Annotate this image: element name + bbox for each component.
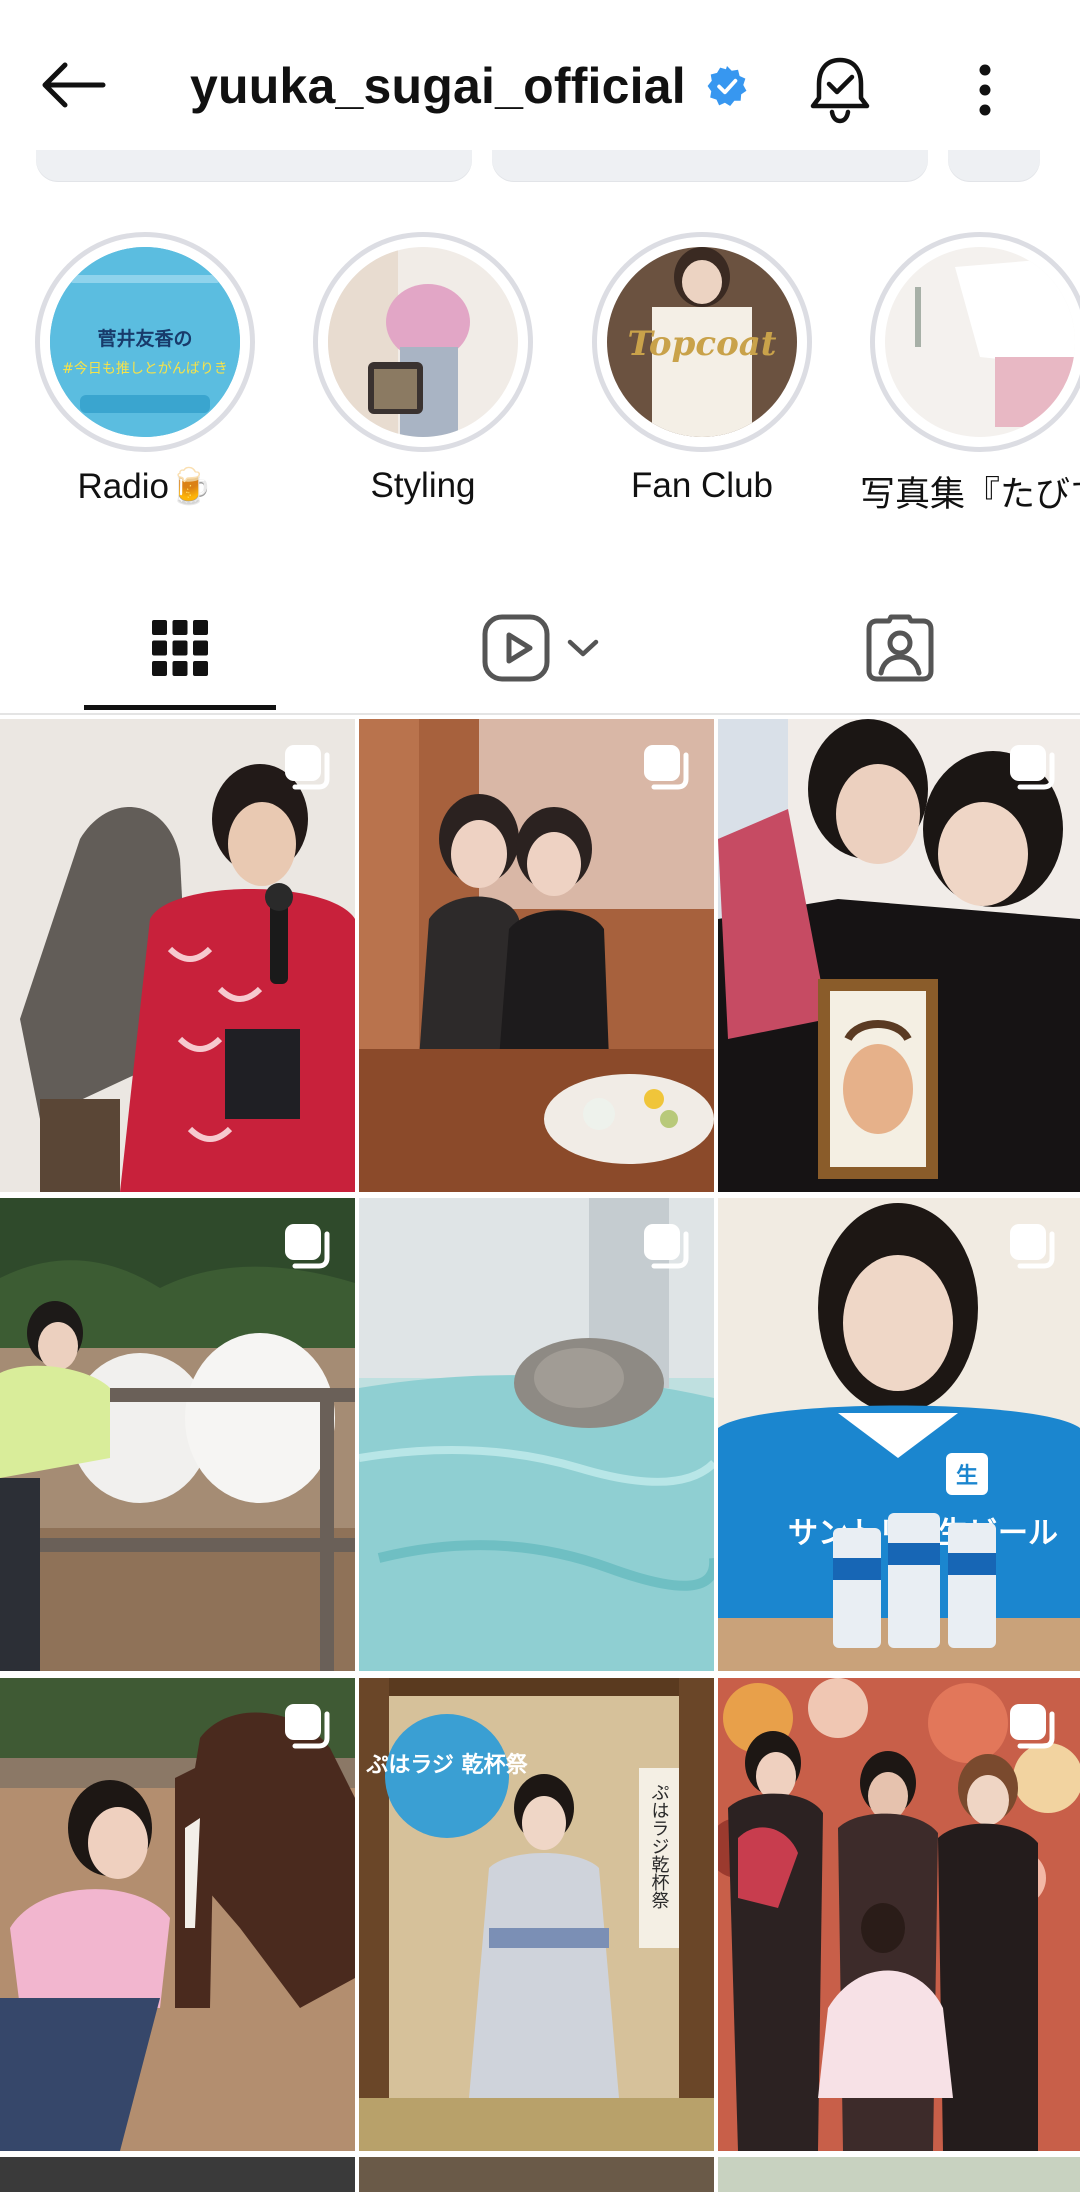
highlight-cover [885, 247, 1075, 437]
highlight-label: Radio🍺 [77, 467, 213, 506]
tabs-divider [0, 713, 1080, 715]
highlight-cover: Topcoat [607, 247, 797, 437]
post-image [0, 2157, 355, 2192]
event-logo-text: ぷはラジ 乾杯祭 [365, 1752, 528, 1778]
post-tile[interactable] [359, 1198, 714, 1671]
post-tile[interactable] [359, 2157, 714, 2192]
post-tile[interactable] [718, 2157, 1080, 2192]
highlight-ring [870, 232, 1080, 452]
tab-reels[interactable] [455, 580, 625, 715]
multiple-photos-icon [285, 1224, 330, 1269]
notification-bell-icon [810, 57, 870, 124]
username-label: yuuka_sugai_official [190, 58, 686, 114]
post-image: ぷはラジ乾杯祭 ぷはラジ 乾杯祭 [359, 1678, 714, 2151]
profile-action-button[interactable] [36, 150, 472, 182]
can-label-text: 生 [956, 1464, 978, 1489]
notification-bell-button[interactable] [800, 50, 880, 130]
post-image [718, 2157, 1080, 2192]
post-tile[interactable] [718, 719, 1080, 1192]
highlight-label: Fan Club [630, 466, 774, 505]
svg-text:#今日も推しとがんばりき: #今日も推しとがんばりき [62, 361, 228, 377]
fan-club-logo-text: Topcoat [628, 324, 777, 364]
multiple-photos-icon [1010, 1224, 1055, 1269]
tagged-person-icon [866, 614, 934, 681]
highlight-ring: Topcoat [592, 232, 812, 452]
highlight-ring [313, 232, 533, 452]
highlight-label: Styling [370, 466, 476, 505]
post-tile[interactable]: 生 サントリー生ビール [718, 1198, 1080, 1671]
profile-title: yuuka_sugai_official [190, 52, 748, 120]
tab-posts[interactable] [84, 580, 276, 715]
selected-tab-indicator [84, 705, 276, 710]
more-options-icon [979, 64, 991, 116]
multiple-photos-icon [644, 1224, 689, 1269]
svg-text:菅井友香の: 菅井友香の [97, 327, 192, 350]
back-button[interactable] [32, 50, 112, 120]
post-image [359, 2157, 714, 2192]
post-tile[interactable] [0, 1678, 355, 2151]
multiple-photos-icon [285, 745, 330, 790]
profile-action-button[interactable] [948, 150, 1040, 182]
verified-badge-icon [707, 66, 747, 106]
highlight-photobook[interactable]: 写真集『たびす [860, 232, 1080, 517]
scroll-text: ぷはラジ乾杯祭 [649, 1783, 670, 1909]
multiple-photos-icon [1010, 1704, 1055, 1749]
grid-icon [152, 619, 208, 676]
post-tile[interactable] [359, 719, 714, 1192]
post-tile[interactable] [0, 1198, 355, 1671]
more-options-button[interactable] [955, 50, 1015, 130]
highlight-cover: 菅井友香の #今日も推しとがんばりき [50, 247, 240, 437]
post-tile[interactable] [0, 2157, 355, 2192]
highlight-cover [328, 247, 518, 437]
chevron-down-icon [567, 639, 599, 656]
highlight-styling[interactable]: Styling [303, 232, 543, 506]
multiple-photos-icon [285, 1704, 330, 1749]
tab-tagged[interactable] [850, 580, 950, 715]
profile-header: yuuka_sugai_official [0, 0, 1080, 170]
multiple-photos-icon [1010, 745, 1055, 790]
post-tile[interactable]: ぷはラジ乾杯祭 ぷはラジ 乾杯祭 [359, 1678, 714, 2151]
highlight-fan-club[interactable]: Topcoat Fan Club [582, 232, 822, 506]
highlight-radio[interactable]: 菅井友香の #今日も推しとがんばりき Radio🍺 [25, 232, 265, 507]
profile-tabs [0, 580, 1080, 715]
story-highlights: 菅井友香の #今日も推しとがんばりき Radio🍺 Styling Topcoa… [0, 232, 1080, 532]
post-tile[interactable] [0, 719, 355, 1192]
reels-icon [482, 614, 550, 681]
highlight-label: 写真集『たびす [860, 475, 1080, 514]
post-tile[interactable] [718, 1678, 1080, 2151]
profile-action-button[interactable] [492, 150, 928, 182]
multiple-photos-icon [644, 745, 689, 790]
back-arrow-icon [42, 62, 106, 108]
highlight-ring: 菅井友香の #今日も推しとがんばりき [35, 232, 255, 452]
